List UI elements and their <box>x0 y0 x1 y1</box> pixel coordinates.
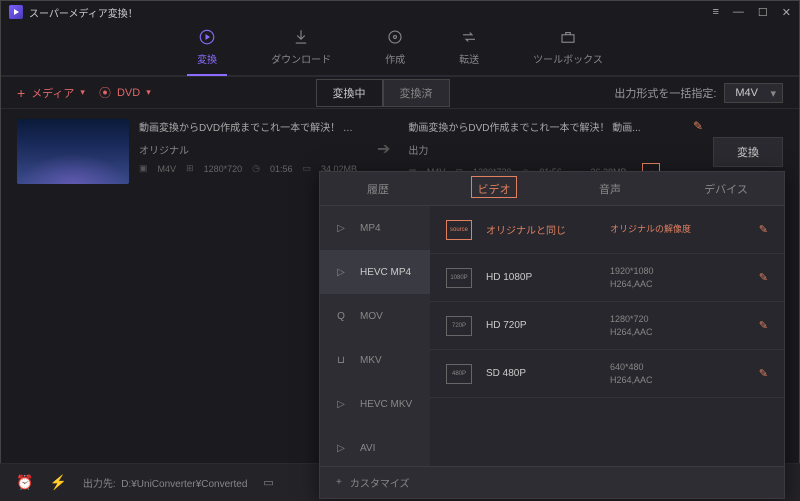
format-list[interactable]: ▷MP4 ▷HEVC MP4 QMOV ⊔MKV ▷HEVC MKV ▷AVI … <box>320 206 430 466</box>
dd-tab-audio[interactable]: 音声 <box>552 172 668 205</box>
source-title: 動画変換からDVD作成までこれ一本で解決！ 動画変換... <box>139 119 359 134</box>
dd-tab-history[interactable]: 履歴 <box>320 172 436 205</box>
alarm-icon[interactable]: ⏰ <box>16 474 33 491</box>
arrow-icon: ➔ <box>369 139 398 159</box>
fmt-hevc-mp4[interactable]: ▷HEVC MP4 <box>320 250 430 294</box>
add-media-button[interactable]: メディア▾ <box>17 85 85 101</box>
output-subtitle: 出力 <box>408 142 703 157</box>
toolbox-icon <box>558 27 578 47</box>
dd-tab-device[interactable]: デバイス <box>668 172 784 205</box>
fmt-avi[interactable]: ▷AVI <box>320 426 430 466</box>
size-icon: ▭ <box>303 163 312 174</box>
speed-icon[interactable]: ⚡ <box>49 474 66 491</box>
source-subtitle: オリジナル <box>139 142 359 157</box>
menu-icon[interactable]: ≡ <box>712 6 718 19</box>
app-title: スーパーメディア変換！ <box>29 5 138 20</box>
format-dropdown: 履歴 ビデオ 音声 デバイス ▷MP4 ▷HEVC MP4 QMOV ⊔MKV … <box>319 171 785 499</box>
nav-transfer[interactable]: 転送 <box>459 27 479 72</box>
fmt-hevc-mkv[interactable]: ▷HEVC MKV <box>320 382 430 426</box>
output-format-label: 出力形式を一括指定: <box>614 85 716 101</box>
nav-create[interactable]: 作成 <box>385 27 405 72</box>
folder-icon[interactable]: ▭ <box>263 476 273 489</box>
tab-done[interactable]: 変換済 <box>383 79 450 107</box>
edit-icon[interactable]: ✎ <box>759 367 768 380</box>
download-icon <box>291 27 311 47</box>
main-nav: 変換 ダウンロード 作成 転送 ツールボックス <box>1 23 799 77</box>
nav-toolbox[interactable]: ツールボックス <box>533 27 603 72</box>
convert-icon <box>197 27 217 47</box>
res-original[interactable]: source オリジナルと同じ オリジナルの解像度 ✎ <box>430 206 784 254</box>
tab-converting[interactable]: 変換中 <box>316 79 383 107</box>
res-480p[interactable]: 480P SD 480P 640*480H264,AAC ✎ <box>430 350 784 398</box>
dd-tab-video[interactable]: ビデオ <box>436 172 552 205</box>
toolbar: メディア▾ DVD▾ 変換中 変換済 出力形式を一括指定: M4V <box>1 77 799 109</box>
video-thumbnail[interactable] <box>17 119 129 184</box>
fmt-mp4[interactable]: ▷MP4 <box>320 206 430 250</box>
maximize-button[interactable]: ☐ <box>758 6 768 19</box>
fmt-mov[interactable]: QMOV <box>320 294 430 338</box>
minimize-button[interactable]: ― <box>733 6 744 19</box>
create-icon <box>385 27 405 47</box>
nav-convert[interactable]: 変換 <box>197 27 217 72</box>
plus-icon[interactable]: + <box>336 477 342 488</box>
titlebar: スーパーメディア変換！ ≡ ― ☐ ✕ <box>1 1 799 23</box>
transfer-icon <box>459 27 479 47</box>
output-format-select[interactable]: M4V <box>724 83 783 103</box>
edit-icon[interactable]: ✎ <box>759 319 768 332</box>
nav-download[interactable]: ダウンロード <box>271 27 331 72</box>
add-dvd-button[interactable]: DVD▾ <box>99 84 151 101</box>
customize-button[interactable]: カスタマイズ <box>350 475 410 490</box>
convert-button[interactable]: 変換 <box>713 137 783 167</box>
duration-icon: ◷ <box>252 163 260 174</box>
resolution-icon: ⊞ <box>186 163 194 174</box>
resolution-list[interactable]: source オリジナルと同じ オリジナルの解像度 ✎ 1080P HD 108… <box>430 206 784 466</box>
edit-icon[interactable]: ✎ <box>759 223 768 236</box>
dropdown-footer: + カスタマイズ <box>320 466 784 498</box>
output-path-label: 出力先: D:¥UniConverter¥Converted <box>83 475 248 490</box>
output-title: 動画変換からDVD作成までこれ一本で解決！ 動画... <box>408 119 703 134</box>
res-720p[interactable]: 720P HD 720P 1280*720H264,AAC ✎ <box>430 302 784 350</box>
content-area: ✂ ✧ ◧ ☰ 動画変換からDVD作成までこれ一本で解決！ 動画変換... オリ… <box>1 109 799 462</box>
format-icon: ▣ <box>139 163 148 174</box>
edit-output-icon[interactable]: ✎ <box>693 119 703 133</box>
res-1080p[interactable]: 1080P HD 1080P 1920*1080H264,AAC ✎ <box>430 254 784 302</box>
close-button[interactable]: ✕ <box>782 6 791 19</box>
edit-icon[interactable]: ✎ <box>759 271 768 284</box>
app-icon <box>9 5 23 19</box>
fmt-mkv[interactable]: ⊔MKV <box>320 338 430 382</box>
source-icon: source <box>446 220 472 240</box>
